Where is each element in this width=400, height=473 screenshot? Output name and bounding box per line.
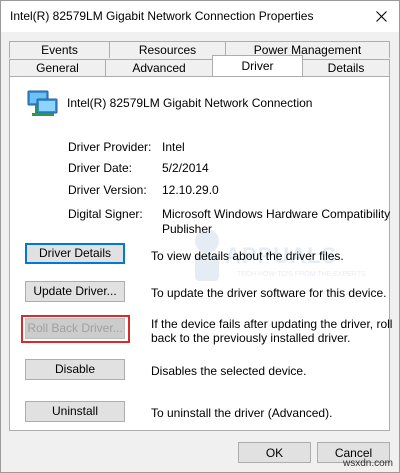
- disable-button[interactable]: Disable: [25, 359, 125, 380]
- roll-back-description-line1: If the device fails after updating the d…: [151, 317, 393, 331]
- close-button[interactable]: [365, 1, 399, 32]
- driver-date-value: 5/2/2014: [162, 161, 209, 175]
- tab-driver[interactable]: Driver: [212, 55, 303, 77]
- tab-advanced[interactable]: Advanced: [105, 59, 213, 76]
- driver-details-description: To view details about the driver files.: [151, 249, 344, 263]
- driver-provider-label: Driver Provider:: [68, 140, 152, 154]
- properties-dialog: Intel(R) 82579LM Gigabit Network Connect…: [0, 0, 400, 473]
- close-icon: [376, 11, 387, 22]
- window-title: Intel(R) 82579LM Gigabit Network Connect…: [10, 9, 314, 23]
- title-bar: Intel(R) 82579LM Gigabit Network Connect…: [1, 1, 399, 32]
- device-name: Intel(R) 82579LM Gigabit Network Connect…: [67, 96, 313, 110]
- network-adapter-icon: [27, 90, 58, 116]
- driver-version-label: Driver Version:: [68, 183, 147, 197]
- driver-details-button[interactable]: Driver Details: [25, 243, 125, 264]
- tab-general[interactable]: General: [9, 59, 106, 76]
- disable-description: Disables the selected device.: [151, 364, 307, 378]
- driver-date-label: Driver Date:: [68, 161, 133, 175]
- uninstall-description: To uninstall the driver (Advanced).: [151, 406, 333, 420]
- roll-back-driver-button[interactable]: Roll Back Driver...: [25, 318, 125, 339]
- driver-tab-panel: Intel(R) 82579LM Gigabit Network Connect…: [9, 76, 393, 431]
- roll-back-description-line2: back to the previously installed driver.: [151, 331, 351, 345]
- tab-details[interactable]: Details: [302, 59, 390, 76]
- driver-provider-value: Intel: [162, 140, 185, 154]
- tab-resources[interactable]: Resources: [109, 41, 226, 58]
- driver-version-value: 12.10.29.0: [162, 183, 219, 197]
- uninstall-button[interactable]: Uninstall: [25, 401, 125, 422]
- digital-signer-label: Digital Signer:: [68, 207, 143, 221]
- update-driver-description: To update the driver software for this d…: [151, 286, 387, 300]
- ok-button[interactable]: OK: [238, 442, 311, 463]
- site-watermark: wsxdn.com: [342, 458, 393, 469]
- update-driver-button[interactable]: Update Driver...: [25, 281, 125, 302]
- tab-events[interactable]: Events: [9, 41, 110, 58]
